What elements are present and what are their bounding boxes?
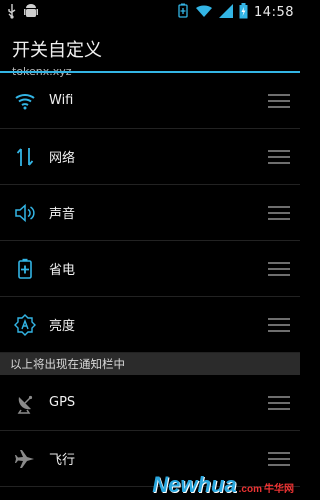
airplane-icon — [13, 447, 37, 471]
drag-handle-icon[interactable] — [268, 395, 290, 410]
battery-charging-icon — [239, 2, 248, 23]
clock: 14:58 — [254, 5, 294, 20]
drag-handle-icon[interactable] — [268, 205, 290, 220]
list-item-label: 亮度 — [49, 319, 76, 334]
drag-handle-icon[interactable] — [268, 93, 290, 108]
watermark-brand: Newhua — [152, 472, 237, 497]
list-item-label: 省电 — [49, 263, 76, 278]
watermark-domain: .com — [238, 484, 262, 495]
cell-signal-icon — [219, 3, 234, 22]
battery-saver-icon — [13, 257, 37, 281]
drag-handle-icon[interactable] — [268, 317, 290, 332]
drag-handle-icon[interactable] — [268, 261, 290, 276]
list-item-label: 网络 — [49, 151, 76, 166]
android-icon — [24, 3, 38, 23]
list-item-label: 声音 — [49, 207, 76, 222]
drag-handle-icon[interactable] — [268, 451, 290, 466]
list-item-brightness[interactable]: 亮度 — [0, 297, 300, 353]
watermark-cn: 牛华网 — [264, 484, 294, 495]
wifi-icon — [13, 89, 37, 113]
battery-saver-status-icon — [177, 3, 189, 23]
list-item-network[interactable]: 网络 — [0, 129, 300, 185]
section-header: 以上将出现在通知栏中 — [0, 353, 300, 375]
list-item-sound[interactable]: 声音 — [0, 185, 300, 241]
list-item-power-saving[interactable]: 省电 — [0, 241, 300, 297]
page-title: 开关自定义 — [12, 40, 102, 61]
list-item-label: 飞行 — [49, 453, 76, 468]
wifi-signal-icon — [195, 3, 213, 22]
list-item-label: Wifi — [49, 93, 74, 108]
brightness-icon — [13, 313, 37, 337]
usb-icon — [6, 3, 18, 23]
list-item-gps[interactable]: GPS — [0, 375, 300, 431]
toggle-list: Wifi 网络 声音 省电 亮度 以上将出现在通知栏中 GPS 飞行 — [0, 73, 300, 487]
list-item-label: GPS — [49, 395, 76, 410]
drag-handle-icon[interactable] — [268, 149, 290, 164]
status-bar: 14:58 — [0, 0, 300, 25]
mobile-data-icon — [13, 145, 37, 169]
watermark-logo: Newhua .com 牛华网 — [152, 472, 294, 498]
list-item-wifi[interactable]: Wifi — [0, 73, 300, 129]
sound-icon — [13, 201, 37, 225]
gps-icon — [13, 391, 37, 415]
action-bar: 开关自定义 tokenx.xyz — [0, 25, 300, 78]
